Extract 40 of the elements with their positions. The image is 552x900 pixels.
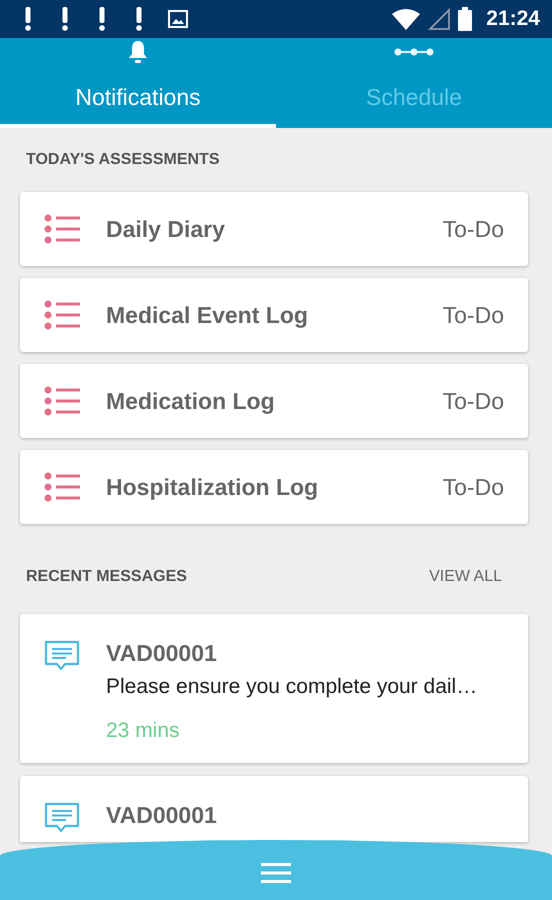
- assessment-card[interactable]: Hospitalization Log To-Do: [20, 450, 528, 524]
- alert-icon: [135, 7, 143, 31]
- assessment-status: To-Do: [442, 216, 504, 242]
- message-text: Please ensure you complete your dail…: [106, 675, 478, 699]
- timeline-icon: [394, 48, 434, 56]
- assessment-card[interactable]: Daily Diary To-Do: [20, 192, 528, 266]
- message-icon: [44, 802, 80, 834]
- bell-icon: [126, 40, 150, 64]
- list-icon: [44, 472, 80, 502]
- assessment-status: To-Do: [442, 474, 504, 500]
- assessment-status: To-Do: [442, 388, 504, 414]
- list-icon: [44, 386, 80, 416]
- assessment-title: Medication Log: [106, 388, 276, 414]
- message-time: 23 mins: [106, 719, 181, 743]
- list-icon: [44, 214, 80, 244]
- message-card[interactable]: VAD00001 Please ensure you complete your dail… 23 mins: [20, 614, 528, 763]
- message-sender: VAD00001: [106, 802, 217, 829]
- list-icon: [44, 300, 80, 330]
- view-all-link[interactable]: VIEW ALL: [429, 568, 502, 586]
- section-heading: TODAY'S ASSESSMENTS: [26, 151, 220, 169]
- alert-icon: [98, 7, 106, 31]
- assessment-card[interactable]: Medication Log To-Do: [20, 364, 528, 438]
- section-heading: RECENT MESSAGES: [26, 568, 187, 586]
- alert-icon: [61, 7, 69, 31]
- assessment-status: To-Do: [442, 302, 504, 328]
- battery-icon: [458, 7, 472, 31]
- tab[interactable]: Notifications: [0, 38, 276, 128]
- assessment-title: Medical Event Log: [106, 302, 309, 328]
- clock-time: 21:24: [486, 7, 540, 31]
- signal-icon: [428, 8, 450, 30]
- assessment-card[interactable]: Medical Event Log To-Do: [20, 278, 528, 352]
- assessment-title: Daily Diary: [106, 216, 226, 242]
- message-card[interactable]: VAD00001: [20, 776, 528, 842]
- image-icon: [168, 10, 188, 28]
- assessment-title: Hospitalization Log: [106, 474, 320, 500]
- menu-icon[interactable]: [261, 862, 291, 884]
- wifi-icon: [392, 8, 420, 30]
- message-sender: VAD00001: [106, 640, 218, 667]
- alert-icon: [24, 7, 32, 31]
- message-icon: [44, 640, 80, 672]
